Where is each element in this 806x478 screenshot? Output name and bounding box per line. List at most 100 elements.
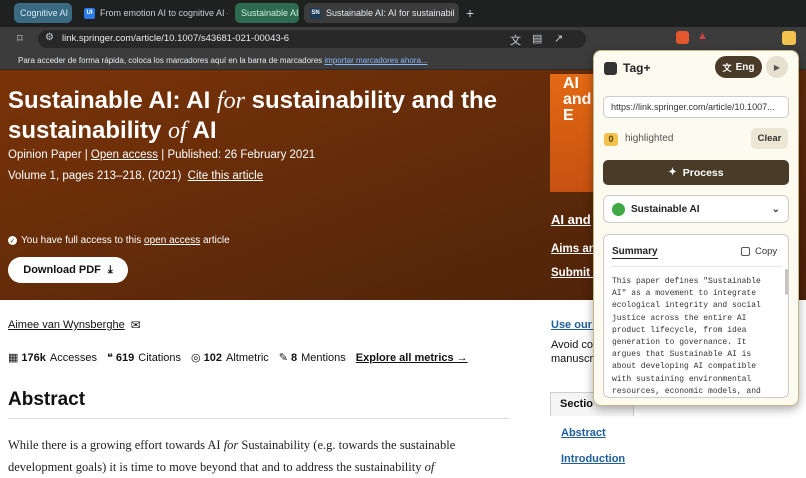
new-tab-icon[interactable]: +	[466, 5, 474, 21]
rewards-icon[interactable]: ▲	[697, 30, 708, 42]
tab-title: Sustainable AI: AI for sustainabil	[326, 8, 455, 18]
process-button[interactable]: ✦ Process	[603, 160, 789, 185]
copy-label: Copy	[755, 246, 778, 257]
copy-button[interactable]: Copy	[741, 246, 777, 257]
tag-select[interactable]: Sustainable AI ⌄	[603, 195, 789, 223]
title-text: AI	[186, 117, 217, 144]
sections-tab-label: Sectio	[560, 398, 594, 410]
citations-value: 619	[115, 351, 135, 364]
site-settings-icon[interactable]: ⚙	[45, 32, 54, 43]
accesses-value: 176k	[21, 351, 46, 364]
tab-title: From emotion AI to cognitive AI - Co	[100, 8, 228, 18]
accesses-label: Accesses	[49, 351, 97, 364]
article-volume: Volume 1, pages 213–218, (2021) Cite thi…	[8, 170, 263, 182]
altmetric-icon: ◎	[191, 352, 201, 364]
open-access-inline-link[interactable]: open access	[144, 235, 200, 246]
url-field[interactable]: https://link.springer.com/article/10.100…	[603, 96, 789, 118]
tab-group-cognitive-ai[interactable]: Cognitive AI	[14, 3, 72, 23]
sparkle-icon: ✦	[668, 167, 677, 178]
altmetric-value: 102	[203, 351, 223, 364]
access-note-text: article	[202, 235, 230, 246]
citations-metric: ❝ 619 Citations	[106, 351, 182, 365]
summary-tab[interactable]: Summary	[612, 246, 658, 259]
title-text: Sustainable AI: AI	[8, 87, 217, 114]
avoid-text: Avoid co	[551, 339, 593, 351]
summary-text: This paper defines "Sustainable AI" as a…	[612, 277, 761, 396]
citations-label: Citations	[138, 351, 182, 364]
altmetric-metric: ◎ 102 Altmetric	[191, 351, 269, 365]
abstract-italic: of	[424, 460, 435, 474]
bookmark-icon[interactable]: ⌑	[17, 32, 23, 45]
brave-shield-icon[interactable]	[676, 31, 689, 44]
journal-cover[interactable]: AI and E	[550, 74, 595, 192]
volume-text: Volume 1, pages 213–218, (2021)	[8, 170, 182, 182]
site-favicon-icon: UI	[84, 7, 95, 19]
journal-name-link[interactable]: AI and	[551, 212, 591, 227]
tab-sustainable-ai-article[interactable]: SN Sustainable AI: AI for sustainabil ✕	[304, 3, 459, 23]
browser-tab-strip: Cognitive AI UI From emotion AI to cogni…	[0, 0, 806, 27]
abstract-heading: Abstract	[8, 389, 86, 410]
play-icon[interactable]: ▶	[766, 56, 788, 78]
altmetric-label: Altmetric	[226, 351, 269, 364]
url-text: link.springer.com/article/10.1007/s43681…	[62, 33, 290, 44]
toc-abstract-link[interactable]: Abstract	[561, 427, 606, 439]
clear-button[interactable]: Clear	[751, 128, 788, 149]
publish-date: Published: 26 February 2021	[167, 149, 316, 161]
mentions-label: Mentions	[301, 351, 346, 364]
citations-icon: ❝	[106, 352, 113, 364]
extension-title: Tag+	[623, 61, 651, 75]
accesses-icon: ▦	[8, 352, 19, 364]
import-bookmarks-link[interactable]: importar marcadores ahora...	[324, 56, 427, 65]
highlighted-label: highlighted	[625, 133, 674, 144]
copy-icon	[741, 247, 750, 256]
site-favicon-icon: SN	[310, 7, 321, 19]
email-icon[interactable]: ✉	[131, 318, 141, 332]
open-access-link[interactable]: Open access	[91, 149, 158, 161]
abstract-text: While there is a growing effort towards …	[8, 434, 518, 478]
cite-article-link[interactable]: Cite this article	[188, 170, 263, 182]
tab-group-label: Sustainable AI	[241, 8, 299, 18]
title-italic: for	[216, 88, 245, 114]
access-note-text: You have full access to this	[21, 235, 142, 246]
bookmarks-hint-text: Para acceder de forma rápida, coloca los…	[18, 56, 323, 65]
tag-extension-popup: Tag+ 文 Eng ▶ https://link.springer.com/a…	[593, 50, 799, 406]
metrics-row: ▦ 176k Accesses ❝ 619 Citations ◎ 102 Altmetri…	[8, 351, 468, 365]
selected-tag-label: Sustainable AI	[631, 203, 700, 215]
article-type: Opinion Paper	[8, 149, 82, 161]
reader-icon[interactable]: ▤	[532, 32, 542, 45]
explore-metrics-link[interactable]: Explore all metrics →	[356, 352, 468, 364]
tag-logo-icon	[604, 62, 617, 75]
author-row: Aimee van Wynsberghe ✉	[8, 318, 141, 332]
tag-color-icon	[612, 202, 625, 216]
translate-icon[interactable]: 文	[510, 32, 521, 48]
access-note: ✓ You have full access to this open acce…	[8, 235, 230, 246]
share-icon[interactable]: ↗	[554, 32, 563, 45]
abstract-span: development goals) it is time to move be…	[8, 460, 425, 474]
language-label: Eng	[735, 61, 755, 73]
download-pdf-button[interactable]: Download PDF ⤓	[8, 257, 128, 283]
check-icon: ✓	[8, 236, 17, 245]
tab-emotion-ai[interactable]: UI From emotion AI to cognitive AI - Co	[78, 3, 228, 23]
download-label: Download PDF	[23, 264, 101, 276]
mentions-value: 8	[291, 351, 298, 364]
divider	[612, 266, 782, 267]
author-link[interactable]: Aimee van Wynsberghe	[8, 319, 125, 331]
process-label: Process	[682, 166, 724, 179]
tab-group-sustainable-ai[interactable]: Sustainable AI	[235, 3, 299, 23]
mentions-metric: ✎ 8 Mentions	[279, 351, 346, 365]
avoid-text: manuscr	[551, 353, 594, 365]
abstract-line: development goals) it is time to move be…	[8, 456, 518, 478]
extension-tag-icon[interactable]	[782, 31, 796, 45]
browser-toolbar: ⌑ ⚙ link.springer.com/article/10.1007/s4…	[0, 27, 806, 51]
divider	[8, 418, 510, 419]
arrow-right-icon: →	[456, 351, 468, 364]
chevron-down-icon: ⌄	[771, 203, 780, 215]
toc-introduction-link[interactable]: Introduction	[561, 453, 625, 465]
explore-label: Explore all metrics	[355, 351, 454, 364]
summary-scrollbar[interactable]	[785, 269, 788, 295]
translate-icon: 文	[722, 62, 732, 73]
article-meta: Opinion Paper | Open access | Published:…	[8, 149, 316, 161]
language-toggle-button[interactable]: 文 Eng	[715, 56, 762, 78]
address-bar[interactable]: ⚙ link.springer.com/article/10.1007/s436…	[38, 30, 586, 48]
tab-group-label: Cognitive AI	[20, 8, 69, 18]
